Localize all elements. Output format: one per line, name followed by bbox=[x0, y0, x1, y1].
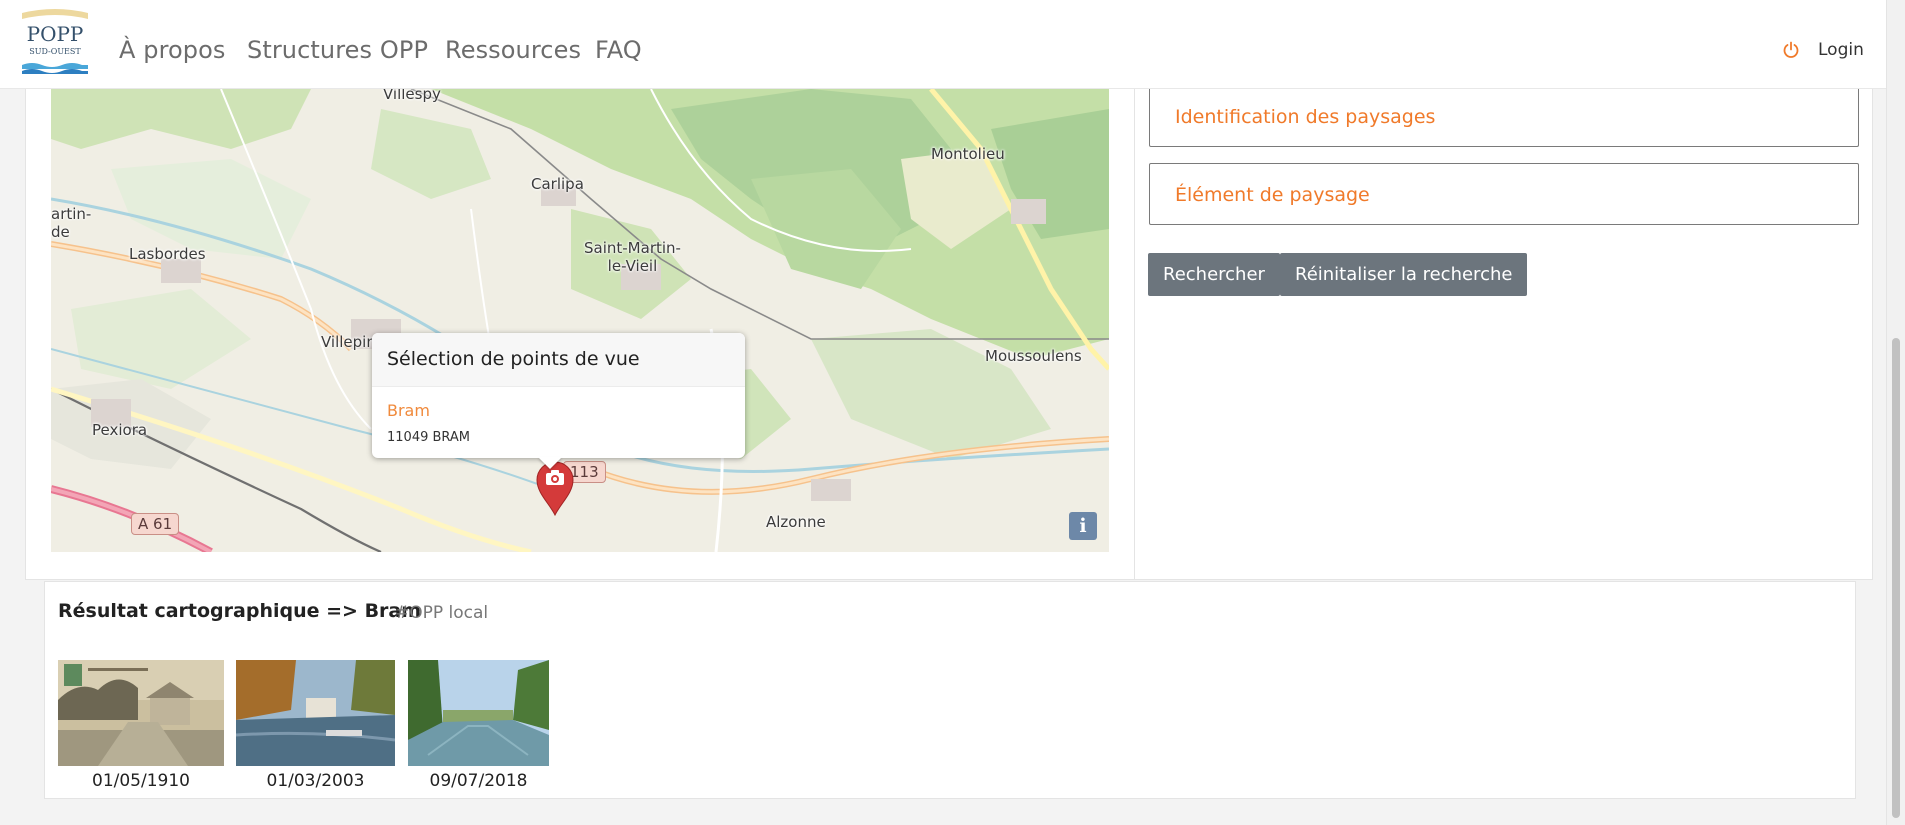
login-link[interactable]: Login bbox=[1782, 40, 1864, 60]
popup-title: Sélection de points de vue bbox=[372, 333, 745, 387]
power-icon bbox=[1783, 41, 1799, 58]
nav-link-apropos[interactable]: À propos bbox=[119, 36, 226, 64]
map-label-lasbordes: Lasbordes bbox=[129, 245, 206, 263]
panel-divider bbox=[1134, 89, 1135, 580]
photo-date: 09/07/2018 bbox=[429, 771, 528, 791]
map-label-montolieu: Montolieu bbox=[931, 145, 1005, 163]
filter-element[interactable]: Élément de paysage bbox=[1149, 163, 1859, 225]
photo-thumbnail[interactable] bbox=[236, 660, 395, 766]
map-info-button[interactable]: i bbox=[1069, 512, 1097, 540]
reset-button[interactable]: Réinitaliser la recherche bbox=[1280, 253, 1528, 296]
login-label: Login bbox=[1818, 40, 1864, 60]
photo-thumbnail[interactable] bbox=[408, 660, 549, 766]
map-popup: Sélection de points de vue Bram 11049 BR… bbox=[372, 333, 745, 469]
map-label-moussoulens: Moussoulens bbox=[985, 347, 1082, 365]
navbar: POPP SUD-OUEST À propos Structures OPP R… bbox=[0, 0, 1886, 89]
photo-date: 01/03/2003 bbox=[266, 771, 365, 791]
photo-2003-image bbox=[236, 660, 395, 766]
svg-text:POPP: POPP bbox=[27, 22, 84, 46]
photo-marker-icon[interactable] bbox=[535, 461, 575, 516]
road-label-a61: A 61 bbox=[131, 513, 180, 535]
popup-tip bbox=[538, 457, 562, 469]
popup-link-bram[interactable]: Bram bbox=[387, 401, 730, 420]
page-scrollbar[interactable] bbox=[1886, 0, 1905, 825]
filter-identification[interactable]: Identification des paysages bbox=[1149, 84, 1859, 147]
photo-1910-image bbox=[58, 660, 224, 766]
nav-link-structures[interactable]: Structures OPP bbox=[247, 36, 428, 64]
results-tag[interactable]: #OPP local bbox=[395, 603, 488, 623]
map-label-alzonne: Alzonne bbox=[766, 513, 826, 531]
map[interactable]: Villespy Carlipa Montolieu artin- de Las… bbox=[51, 89, 1109, 552]
photo-thumbnail[interactable] bbox=[58, 660, 224, 766]
map-label-carlipa: Carlipa bbox=[531, 175, 584, 193]
map-label-villepin: Villepin bbox=[321, 333, 376, 351]
photo-2018-image bbox=[408, 660, 549, 766]
nav-link-faq[interactable]: FAQ bbox=[595, 36, 642, 64]
popp-logo[interactable]: POPP SUD-OUEST bbox=[20, 7, 90, 77]
map-label-martin-de: artin- de bbox=[51, 205, 92, 241]
map-label-saint-martin: Saint-Martin- le-Vieil bbox=[584, 239, 681, 275]
svg-text:SUD-OUEST: SUD-OUEST bbox=[29, 47, 81, 56]
results-title: Résultat cartographique => Bram bbox=[58, 600, 422, 622]
popup-subtitle: 11049 BRAM bbox=[387, 430, 471, 445]
results-panel: Résultat cartographique => Bram #OPP loc… bbox=[44, 581, 1856, 799]
map-label-pexiora: Pexiora bbox=[92, 421, 148, 439]
scrollbar-thumb[interactable] bbox=[1892, 338, 1900, 818]
page: POPP SUD-OUEST À propos Structures OPP R… bbox=[0, 0, 1905, 825]
search-button[interactable]: Rechercher bbox=[1148, 253, 1280, 296]
nav-link-ressources[interactable]: Ressources bbox=[445, 36, 581, 64]
map-label-villespy: Villespy bbox=[383, 89, 441, 103]
photo-date: 01/05/1910 bbox=[92, 771, 190, 791]
